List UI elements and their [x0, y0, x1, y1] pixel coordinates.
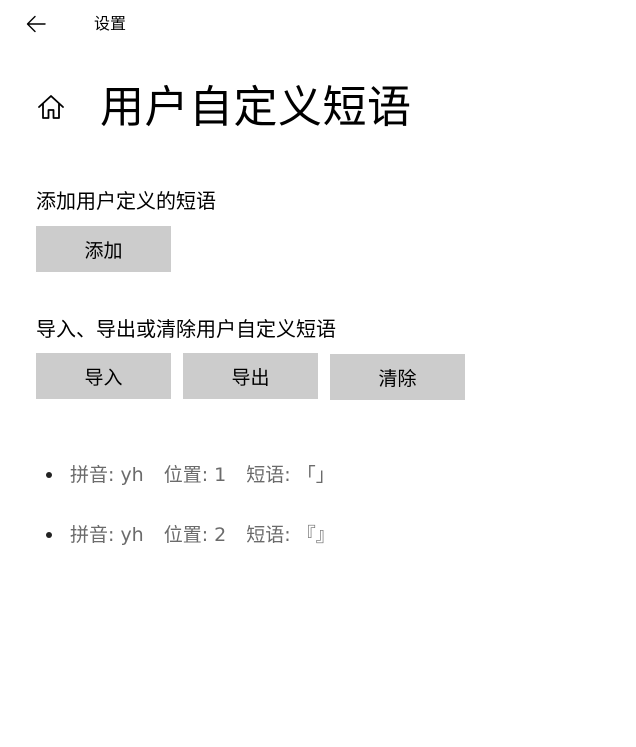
page-title: 用户自定义短语: [100, 82, 412, 133]
phrase-text: 短语: 『』: [246, 524, 335, 546]
manage-section-label: 导入、导出或清除用户自定义短语: [36, 317, 336, 341]
phrase-pinyin: 拼音: yh: [70, 524, 144, 546]
phrase-list: 拼音: yh 位置: 1 短语: 「」 拼音: yh 位置: 2 短语: 『』: [36, 448, 596, 568]
export-button[interactable]: 导出: [183, 353, 318, 399]
back-arrow-icon: [26, 15, 46, 33]
clear-button[interactable]: 清除: [330, 354, 465, 400]
add-section-label: 添加用户定义的短语: [36, 189, 216, 213]
bullet-icon: [46, 472, 52, 478]
list-item[interactable]: 拼音: yh 位置: 1 短语: 「」: [36, 448, 596, 508]
home-icon: [38, 95, 64, 119]
list-item[interactable]: 拼音: yh 位置: 2 短语: 『』: [36, 508, 596, 568]
phrase-position: 位置: 1: [163, 464, 227, 486]
add-button[interactable]: 添加: [36, 226, 171, 272]
phrase-position: 位置: 2: [163, 524, 227, 546]
back-button[interactable]: [22, 10, 50, 38]
phrase-text: 短语: 「」: [246, 464, 335, 486]
title-bar: 设置: [0, 0, 636, 48]
bullet-icon: [46, 532, 52, 538]
phrase-pinyin: 拼音: yh: [70, 464, 144, 486]
page-header: 用户自定义短语: [36, 80, 616, 136]
import-button[interactable]: 导入: [36, 353, 171, 399]
window-title: 设置: [94, 14, 127, 33]
